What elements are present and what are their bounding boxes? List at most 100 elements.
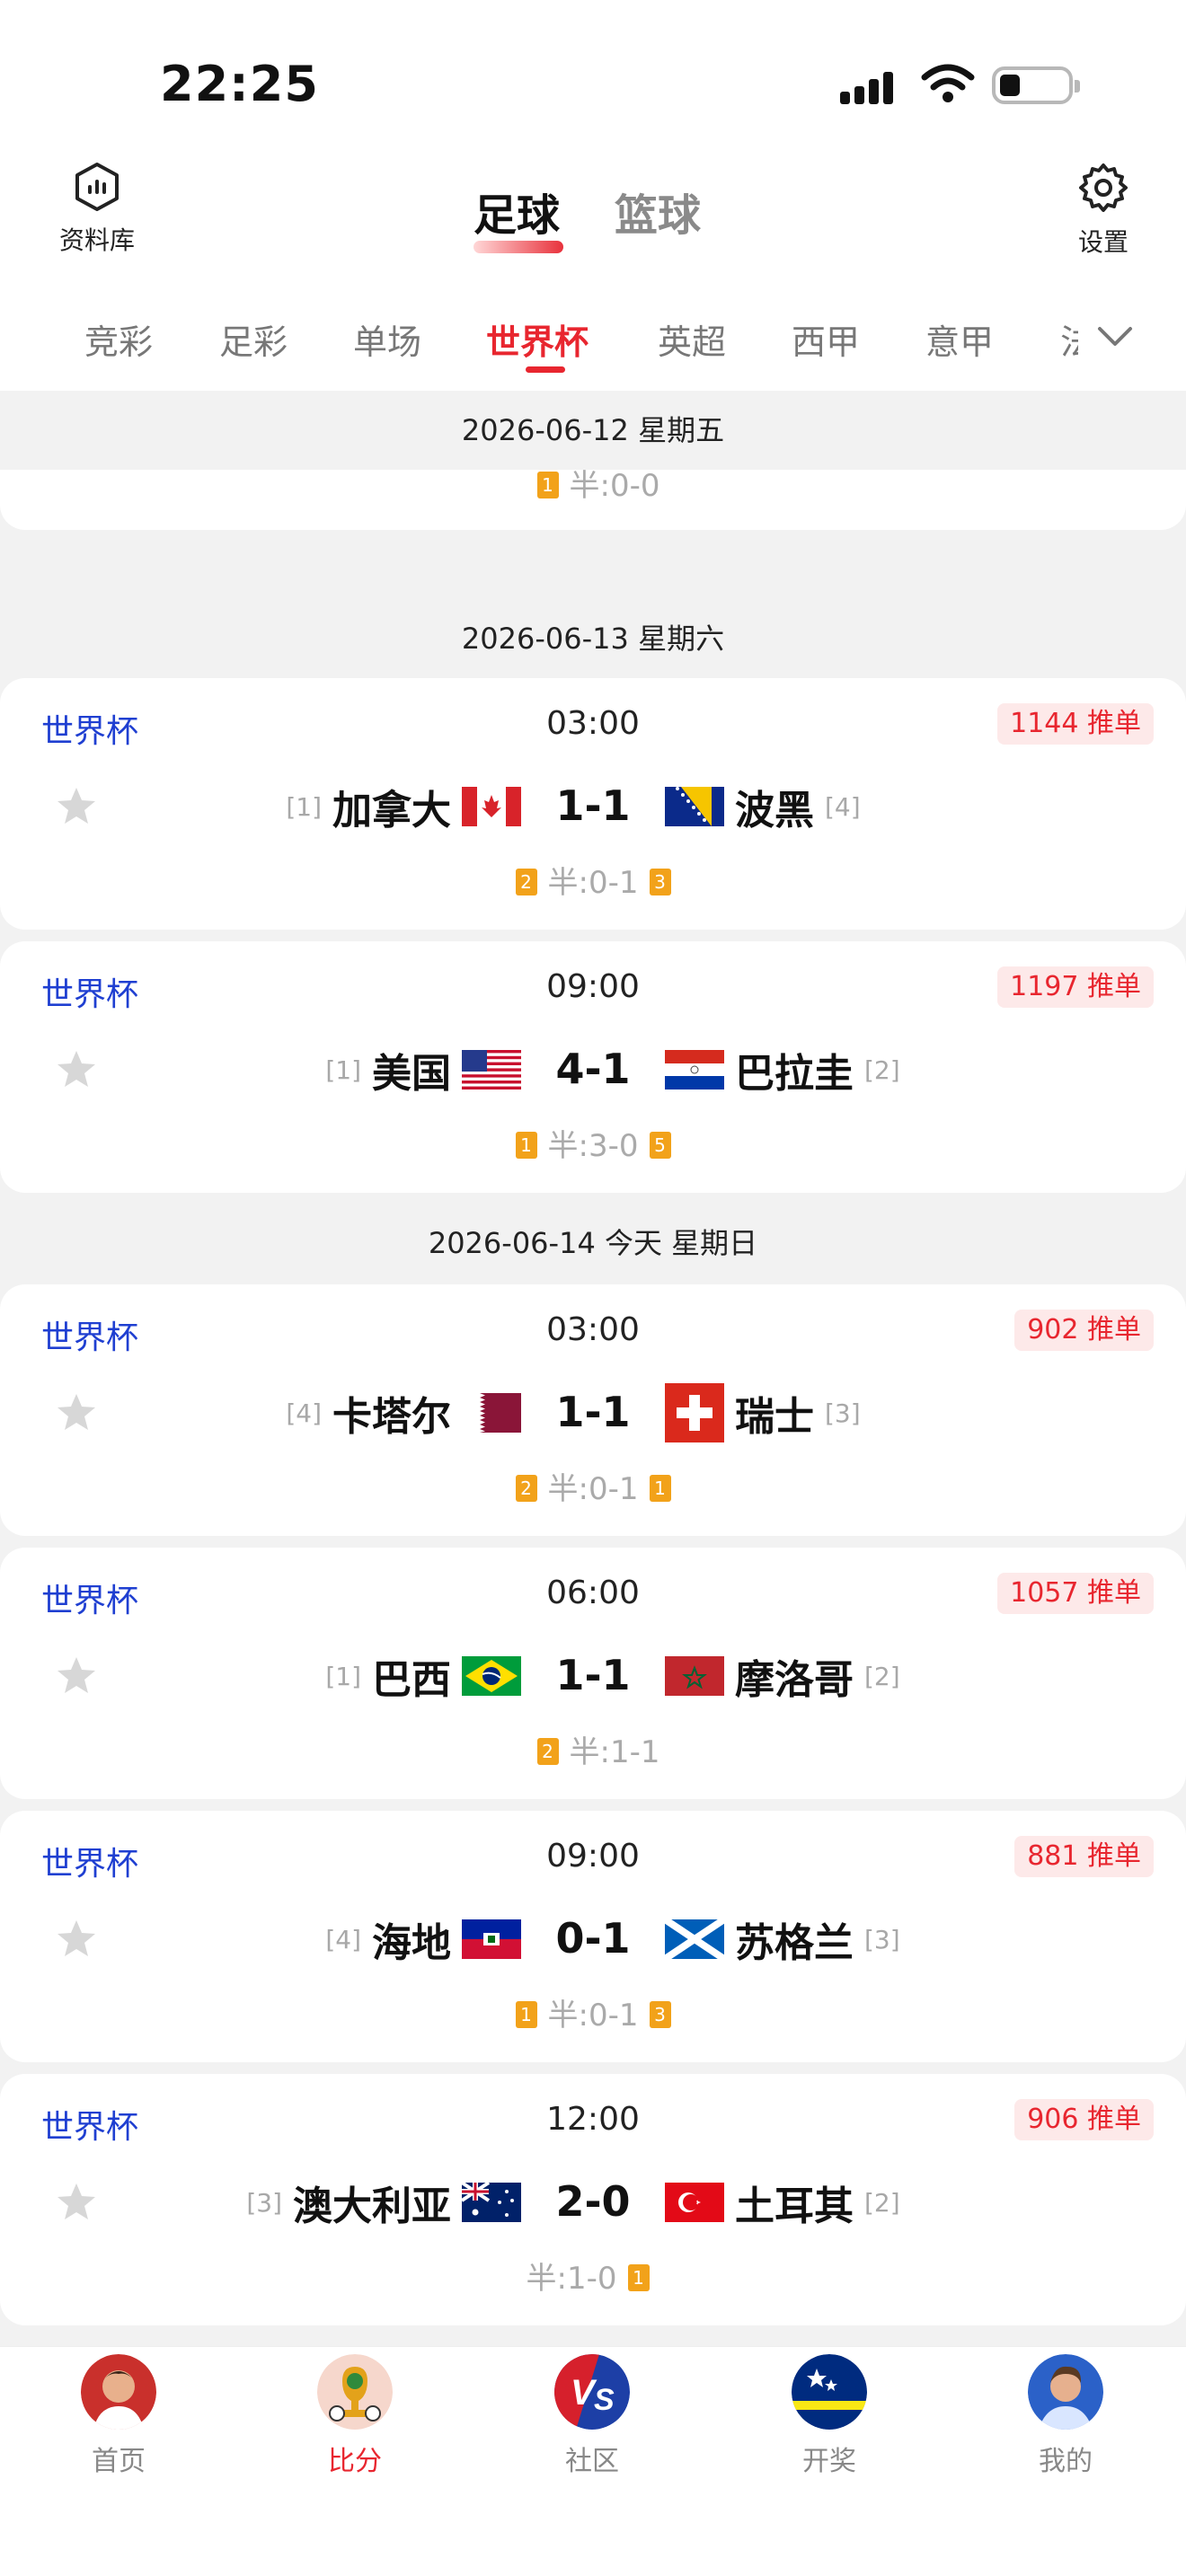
vs-icon: VS — [554, 2354, 630, 2430]
match-card[interactable]: 世界杯 06:00 1057 推单 [1] 巴西 1-1 摩洛哥 [2] 2 半:… — [0, 1548, 1186, 1799]
nav-lottery-label: 开奖 — [802, 2446, 856, 2477]
gear-icon — [1079, 163, 1128, 212]
yellow-card-away: 3 — [649, 868, 671, 895]
recommend-badge[interactable]: 1057 推单 — [997, 1573, 1154, 1614]
status-bar: 22:25 — [0, 0, 1186, 153]
nav-home-label: 首页 — [92, 2446, 146, 2477]
match-card[interactable]: 世界杯 12:00 906 推单 [3] 澳大利亚 2-0 土耳其 [2] 半:… — [0, 2074, 1186, 2325]
avatar-player-2-icon — [1028, 2354, 1103, 2430]
league-tab-world-cup[interactable]: 世界杯 — [486, 314, 589, 364]
half-time-score: 2 半:1-1 — [0, 1727, 1186, 1771]
recommend-badge[interactable]: 881 推单 — [1014, 1836, 1154, 1877]
match-score: 4-1 — [555, 1045, 631, 1093]
tab-football[interactable]: 足球 — [474, 180, 560, 243]
scotland-flag-icon — [665, 1919, 724, 1959]
half-time-score: 半:1-0 1 — [0, 2254, 1186, 2298]
nav-profile[interactable]: 我的 — [994, 2354, 1137, 2478]
nav-lottery[interactable]: 开奖 — [757, 2354, 901, 2478]
away-team-name: 巴拉圭 — [735, 1051, 854, 1097]
curacao-flag-icon — [792, 2354, 867, 2430]
league-tab-ligue-1[interactable]: 法 — [1060, 314, 1078, 364]
match-card[interactable]: 世界杯 09:00 1197 推单 [1] 美国 4-1 巴拉圭 [2] 1 半:… — [0, 941, 1186, 1193]
morocco-flag-icon — [665, 1656, 724, 1696]
nav-scores[interactable]: 比分 — [283, 2354, 427, 2478]
match-time: 12:00 — [546, 2101, 640, 2138]
recommend-badge[interactable]: 902 推单 — [1014, 1310, 1154, 1351]
yellow-card-away: 1 — [649, 1474, 671, 1502]
settings-label: 设置 — [1077, 227, 1128, 257]
league-tab-serie-a[interactable]: 意甲 — [925, 314, 994, 364]
half-time-score: 1 半:0-1 3 — [0, 1990, 1186, 2034]
yellow-card-home: 2 — [515, 868, 537, 895]
league-tab-danchang[interactable]: 单场 — [353, 314, 421, 364]
yellow-card-away: 3 — [649, 2000, 671, 2028]
yellow-card-away: 5 — [649, 1131, 671, 1159]
yellow-card-away: 1 — [627, 2263, 650, 2291]
nav-profile-label: 我的 — [1039, 2446, 1093, 2477]
yellow-card-home: 2 — [536, 1737, 559, 1765]
league-tabs: 竞彩 足彩 单场 世界杯 英超 西甲 意甲 法 — [0, 287, 1186, 391]
away-team: 巴拉圭 [2] — [665, 1045, 900, 1097]
match-list[interactable]: 1 半:0-0 2026-06-12 星期五 2026-06-13 星期六 世界杯… — [0, 391, 1186, 2346]
chevron-down-icon[interactable] — [1093, 314, 1137, 359]
away-rank: [2] — [864, 2187, 900, 2218]
status-time: 22:25 — [160, 56, 319, 112]
date-header: 2026-06-14 今天 星期日 — [428, 1226, 758, 1260]
match-card[interactable]: 世界杯 03:00 1144 推单 [1] 加拿大 1-1 波黑 [4] 2 半:… — [0, 678, 1186, 930]
away-team-name: 苏格兰 — [735, 1920, 854, 1966]
nav-home[interactable]: 首页 — [47, 2354, 190, 2478]
settings-button[interactable]: 设置 — [1049, 162, 1157, 259]
match-time: 03:00 — [546, 1311, 640, 1348]
away-rank: [2] — [864, 1054, 900, 1085]
match-score: 2-0 — [555, 2177, 631, 2226]
yellow-card-home: 1 — [515, 1131, 537, 1159]
match-score: 1-1 — [555, 781, 631, 830]
date-header: 2026-06-12 星期五 — [0, 391, 1186, 470]
battery-icon — [992, 66, 1080, 104]
away-rank: [3] — [864, 1924, 900, 1954]
signal-icon — [840, 68, 903, 104]
sport-tab-indicator — [474, 241, 563, 253]
away-team-name: 土耳其 — [735, 2183, 854, 2229]
database-button[interactable]: 资料库 — [43, 162, 151, 257]
turkey-flag-icon — [665, 2183, 724, 2222]
date-header: 2026-06-13 星期六 — [461, 622, 725, 656]
away-team: 土耳其 [2] — [665, 2177, 900, 2229]
league-tab-la-liga[interactable]: 西甲 — [792, 314, 860, 364]
avatar-player-icon — [81, 2354, 156, 2430]
recommend-badge[interactable]: 1144 推单 — [997, 703, 1154, 745]
league-tab-premier-league[interactable]: 英超 — [658, 314, 726, 364]
league-tab-zucai[interactable]: 足彩 — [219, 314, 288, 364]
recommend-badge[interactable]: 1197 推单 — [997, 966, 1154, 1008]
yellow-card-home: 2 — [515, 1474, 537, 1502]
away-team: 瑞士 [3] — [665, 1383, 861, 1442]
bottom-nav: 首页 比分 VS 社区 开奖 我的 — [0, 2346, 1186, 2576]
match-card[interactable]: 世界杯 03:00 902 推单 [4] 卡塔尔 1-1 瑞士 [3] 2 半:0… — [0, 1284, 1186, 1536]
yellow-card-home: 1 — [536, 471, 559, 498]
away-team: 摩洛哥 [2] — [665, 1651, 900, 1703]
svg-text:S: S — [594, 2383, 615, 2417]
match-score: 1-1 — [555, 1388, 631, 1436]
paraguay-flag-icon — [665, 1050, 724, 1090]
nav-community[interactable]: VS 社区 — [520, 2354, 664, 2478]
database-label: 资料库 — [58, 225, 135, 255]
away-rank: [2] — [864, 1661, 900, 1691]
tab-basketball[interactable]: 篮球 — [615, 180, 701, 243]
away-rank: [4] — [825, 791, 861, 822]
recommend-badge[interactable]: 906 推单 — [1014, 2099, 1154, 2140]
away-team: 波黑 [4] — [665, 781, 861, 834]
wifi-icon — [921, 64, 975, 102]
league-tab-jingcai[interactable]: 竞彩 — [84, 314, 153, 364]
league-tab-indicator — [526, 366, 565, 373]
bosnia-flag-icon — [665, 787, 724, 826]
match-card[interactable]: 世界杯 09:00 881 推单 [4] 海地 0-1 苏格兰 [3] 1 半:0… — [0, 1811, 1186, 2062]
app-header: 资料库 足球 篮球 设置 — [0, 153, 1186, 287]
match-score: 1-1 — [555, 1651, 631, 1699]
away-rank: [3] — [825, 1398, 861, 1428]
away-team-name: 瑞士 — [735, 1394, 814, 1440]
match-time: 09:00 — [546, 1838, 640, 1875]
nav-community-label: 社区 — [565, 2446, 619, 2477]
yellow-card-home: 1 — [515, 2000, 537, 2028]
match-score: 0-1 — [555, 1914, 631, 1963]
away-team-name: 波黑 — [735, 788, 814, 834]
